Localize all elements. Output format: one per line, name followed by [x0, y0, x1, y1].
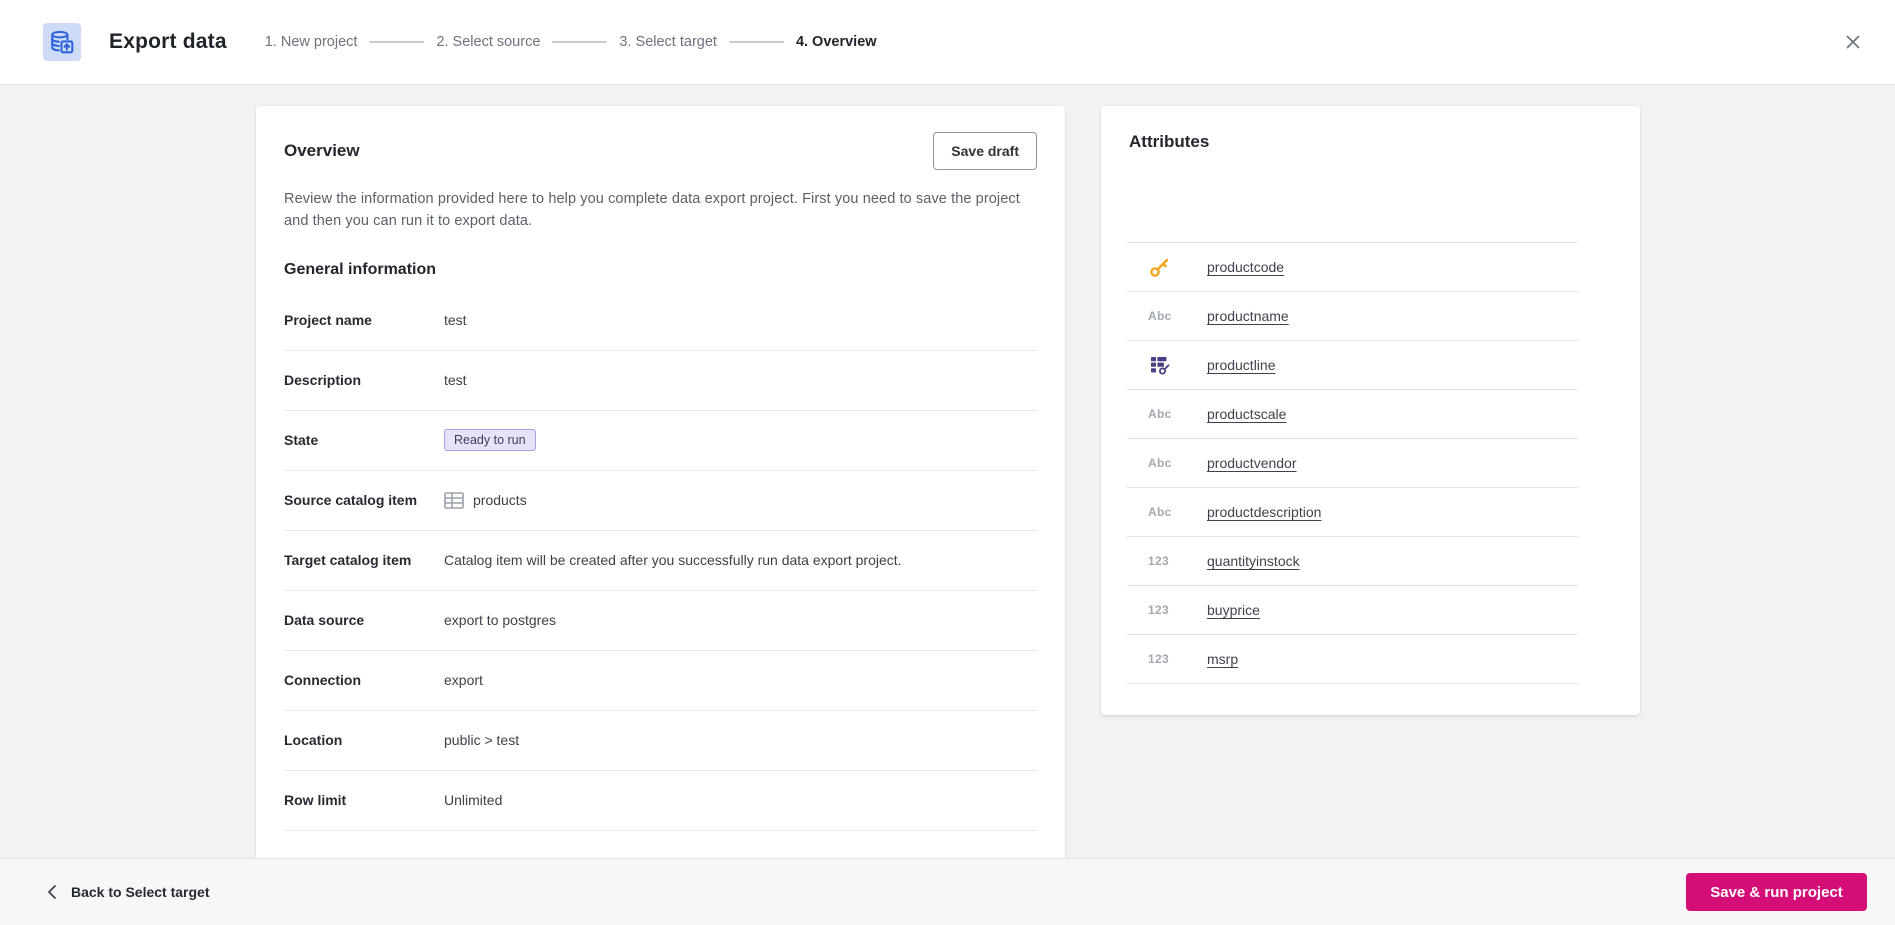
wizard-stepper: 1. New project 2. Select source 3. Selec…: [265, 34, 877, 50]
row-value-text: Unlimited: [444, 792, 503, 809]
row-value-text: test: [444, 312, 467, 329]
row-value: products: [444, 492, 527, 509]
step-connector: [728, 41, 784, 43]
overview-row: Row limit Unlimited: [284, 771, 1037, 831]
string-type-label: Abc: [1148, 407, 1172, 421]
foreign-key-icon: [1151, 357, 1170, 375]
wizard-header: Export data 1. New project 2. Select sou…: [0, 0, 1895, 85]
primary-key-icon: [1150, 258, 1169, 277]
attribute-link[interactable]: productname: [1207, 308, 1289, 324]
attribute-link[interactable]: quantityinstock: [1207, 553, 1300, 569]
number-type-label: 123: [1148, 603, 1169, 617]
back-label: Back to Select target: [71, 884, 210, 900]
row-value-text: export: [444, 672, 483, 689]
row-value-text: test: [444, 372, 467, 389]
row-label: Data source: [284, 612, 365, 629]
save-and-run-project-button[interactable]: Save & run project: [1686, 873, 1867, 911]
attribute-type-cell: Abc: [1127, 309, 1207, 323]
attribute-type-cell: [1127, 255, 1207, 279]
row-label: Description: [284, 372, 362, 389]
row-value: export: [444, 672, 483, 688]
overview-row: State Ready to run: [284, 411, 1037, 471]
row-value-text: Catalog item will be created after you s…: [444, 552, 902, 569]
row-value: test: [444, 372, 467, 388]
step-select-target[interactable]: 3. Select target: [619, 34, 717, 50]
table-icon: [444, 492, 464, 509]
general-information-heading: General information: [284, 260, 437, 278]
row-value: Ready to run: [444, 429, 536, 452]
row-value-text: public > test: [444, 732, 520, 749]
attributes-list: productcode Abc productname productline Abc…: [1127, 242, 1578, 684]
string-type-label: Abc: [1148, 309, 1172, 323]
step-connector: [552, 41, 608, 43]
overview-rows: Project name test Description test State Read…: [284, 291, 1037, 831]
attribute-row: productcode: [1127, 243, 1578, 292]
step-overview[interactable]: 4. Overview: [796, 34, 877, 50]
overview-row: Location public > test: [284, 711, 1037, 771]
row-value-text: export to postgres: [444, 612, 557, 629]
attribute-type-cell: [1127, 353, 1207, 377]
attribute-link[interactable]: productvendor: [1207, 455, 1297, 471]
row-label: Connection: [284, 672, 361, 689]
row-label: Row limit: [284, 792, 347, 809]
attributes-title: Attributes: [1129, 132, 1210, 151]
step-connector: [369, 41, 425, 43]
string-type-label: Abc: [1148, 505, 1172, 519]
attributes-card: Attributes productcode Abc productname pro…: [1101, 106, 1640, 715]
row-label: State: [284, 432, 319, 449]
attribute-row: Abc productname: [1127, 292, 1578, 341]
row-label: Project name: [284, 312, 372, 329]
overview-row: Target catalog item Catalog item will be …: [284, 531, 1037, 591]
row-label: Target catalog item: [284, 552, 412, 569]
row-label: Source catalog item: [284, 492, 418, 509]
attribute-row: Abc productvendor: [1127, 439, 1578, 488]
attribute-link[interactable]: productdescription: [1207, 504, 1321, 520]
string-type-label: Abc: [1148, 456, 1172, 470]
row-value: Catalog item will be created after you s…: [444, 552, 902, 568]
attribute-row: Abc productscale: [1127, 390, 1578, 439]
row-value: public > test: [444, 732, 519, 748]
catalog-item-name: products: [473, 492, 527, 509]
row-value: test: [444, 312, 467, 328]
attribute-type-cell: 123: [1127, 603, 1207, 617]
overview-row: Connection export: [284, 651, 1037, 711]
save-draft-button[interactable]: Save draft: [933, 132, 1037, 170]
row-label: Location: [284, 732, 343, 749]
row-value: Unlimited: [444, 792, 502, 808]
step-new-project[interactable]: 1. New project: [265, 34, 358, 50]
attribute-type-cell: Abc: [1127, 456, 1207, 470]
chevron-left-icon: [48, 885, 56, 899]
attribute-type-cell: Abc: [1127, 407, 1207, 421]
attribute-link[interactable]: buyprice: [1207, 602, 1260, 618]
overview-card: Overview Save draft Review the informati…: [256, 106, 1065, 925]
attribute-link[interactable]: productscale: [1207, 406, 1286, 422]
number-type-label: 123: [1148, 652, 1169, 666]
attribute-type-cell: 123: [1127, 554, 1207, 568]
page-title: Export data: [109, 30, 227, 53]
overview-title: Overview: [284, 141, 360, 160]
state-badge: Ready to run: [444, 429, 536, 452]
number-type-label: 123: [1148, 554, 1169, 568]
export-data-icon: [43, 23, 81, 61]
attribute-link[interactable]: productline: [1207, 357, 1276, 373]
attribute-type-cell: 123: [1127, 652, 1207, 666]
overview-row: Data source export to postgres: [284, 591, 1037, 651]
back-to-select-target-button[interactable]: Back to Select target: [46, 884, 210, 900]
overview-row: Source catalog item products: [284, 471, 1037, 531]
attribute-row: productline: [1127, 341, 1578, 390]
attribute-link[interactable]: productcode: [1207, 259, 1284, 275]
overview-row: Project name test: [284, 291, 1037, 351]
overview-row: Description test: [284, 351, 1037, 411]
close-icon[interactable]: [1839, 28, 1867, 56]
wizard-footer: Back to Select target Save & run project: [0, 858, 1895, 925]
attribute-row: Abc productdescription: [1127, 488, 1578, 537]
attribute-row: 123 buyprice: [1127, 586, 1578, 635]
attribute-row: 123 msrp: [1127, 635, 1578, 684]
overview-description: Review the information provided here to …: [284, 191, 1020, 230]
step-select-source[interactable]: 2. Select source: [436, 34, 540, 50]
attribute-type-cell: Abc: [1127, 505, 1207, 519]
row-value: export to postgres: [444, 612, 556, 628]
attribute-link[interactable]: msrp: [1207, 651, 1238, 667]
attribute-row: 123 quantityinstock: [1127, 537, 1578, 586]
